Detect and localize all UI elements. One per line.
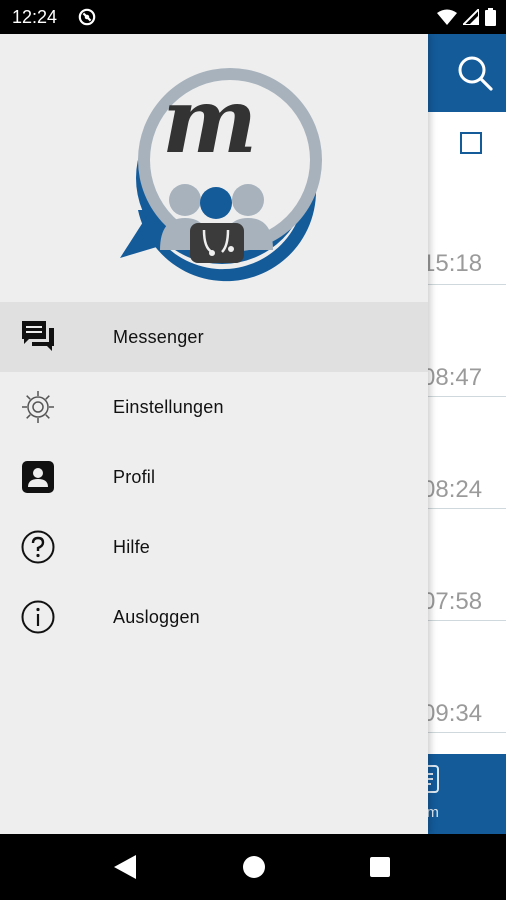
gear-icon (22, 391, 54, 423)
divider (428, 396, 506, 397)
message-time: 08:47 (422, 364, 483, 391)
profile-icon (22, 461, 54, 493)
select-checkbox[interactable] (460, 132, 482, 154)
battery-icon (485, 8, 496, 26)
help-icon (21, 530, 55, 564)
menu-item-label: Einstellungen (113, 397, 224, 417)
menu-item-label: Messenger (113, 327, 204, 347)
wifi-icon (437, 9, 457, 25)
menu-item-ausloggen[interactable]: Ausloggen (0, 582, 428, 652)
menu-item-messenger[interactable]: Messenger (0, 302, 428, 372)
search-icon[interactable] (456, 54, 494, 92)
divider (428, 508, 506, 509)
divider (428, 620, 506, 621)
back-icon[interactable] (114, 855, 136, 879)
menu-item-hilfe[interactable]: Hilfe (0, 512, 428, 582)
home-icon[interactable] (243, 856, 265, 878)
menu-item-label: Profil (113, 467, 156, 487)
divider (428, 284, 506, 285)
menu-item-label: Hilfe (113, 537, 151, 557)
menu-item-label: Ausloggen (113, 607, 200, 627)
svg-text:m: m (162, 68, 257, 174)
divider (428, 732, 506, 733)
message-time: 09:34 (422, 700, 483, 727)
message-time: 08:24 (422, 476, 483, 503)
system-nav-bar (0, 834, 506, 900)
menu-item-einstellungen[interactable]: Einstellungen (0, 372, 428, 442)
message-time: 15:18 (422, 250, 483, 277)
message-time: 07:58 (422, 588, 483, 615)
info-icon (21, 600, 55, 634)
navigation-drawer: m Messenger Einstellungen Profil Hilfe A… (0, 34, 428, 834)
status-time: 12:24 (12, 7, 58, 27)
app-notification-icon (78, 8, 96, 26)
cell-signal-icon (463, 9, 479, 25)
status-icons (437, 8, 496, 26)
chat-bubbles-icon (22, 321, 54, 351)
drawer-menu: Messenger Einstellungen Profil Hilfe Aus… (0, 302, 428, 652)
menu-item-profil[interactable]: Profil (0, 442, 428, 512)
app-logo: m (120, 68, 322, 282)
status-bar: 12:24 (0, 0, 506, 34)
recent-apps-icon[interactable] (370, 857, 390, 877)
